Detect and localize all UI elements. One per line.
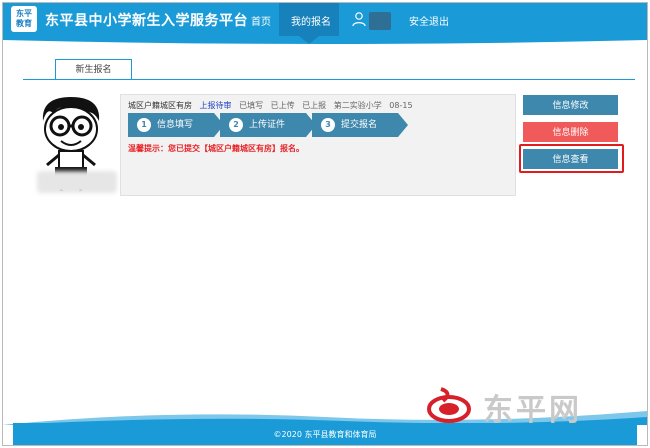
- logo-text-top: 东平: [16, 9, 32, 18]
- step-submit-registration: 3 提交报名: [312, 113, 408, 137]
- progress-steps: 1 信息填写 2 上传证件 3 提交报名: [128, 113, 408, 137]
- report-status: 已上报: [302, 101, 327, 110]
- step-upload-documents: 2 上传证件: [220, 113, 316, 137]
- status-badge: 上报待审: [199, 101, 232, 110]
- registration-summary: 城区户籍城区有房 上报待审 已填写 已上传 已上报 第二实验小学 08-15: [128, 100, 418, 111]
- step-number: 1: [137, 118, 151, 132]
- warm-tip-message: 温馨提示：您已提交【城区户籍城区有房】报名。: [128, 144, 304, 153]
- tab-new-student-registration[interactable]: 新生报名: [55, 59, 132, 80]
- user-icon[interactable]: [351, 11, 367, 27]
- nav-my-registration[interactable]: 我的报名: [291, 13, 331, 28]
- site-title: 东平县中小学新生入学服务平台: [45, 13, 248, 29]
- delete-info-button[interactable]: 信息删除: [523, 122, 618, 142]
- tab-divider: [23, 79, 635, 80]
- app-window: 东平 教育 东平县中小学新生入学服务平台 首页 我的报名 安全退出 新生报名 城…: [2, 2, 648, 446]
- watermark: 东平网: [421, 385, 621, 428]
- step-fill-info: 1 信息填写: [128, 113, 224, 137]
- step-label: 提交报名: [341, 120, 378, 130]
- watermark-logo-icon: [427, 387, 471, 423]
- school-name: 第二实验小学: [333, 101, 382, 110]
- logo-text-bottom: 教育: [16, 19, 32, 28]
- step-label: 上传证件: [249, 120, 286, 130]
- highlight-box: [519, 144, 624, 173]
- upload-status: 已上传: [270, 101, 295, 110]
- header-wave-decoration: [3, 36, 647, 46]
- avatar[interactable]: [369, 12, 391, 30]
- top-navigation-bar: 东平 教育 东平县中小学新生入学服务平台 首页 我的报名 安全退出: [3, 3, 647, 36]
- watermark-text: 东平网: [483, 393, 582, 428]
- blurred-area: [37, 171, 117, 193]
- nav-logout[interactable]: 安全退出: [409, 13, 449, 28]
- fill-status: 已填写: [239, 101, 264, 110]
- step-number: 3: [321, 118, 335, 132]
- registration-category: 城区户籍城区有房: [128, 101, 192, 110]
- step-number: 2: [229, 118, 243, 132]
- step-label: 信息填写: [157, 120, 194, 130]
- nav-home[interactable]: 首页: [251, 13, 271, 28]
- registration-card: 城区户籍城区有房 上报待审 已填写 已上传 已上报 第二实验小学 08-15 1…: [120, 94, 516, 196]
- registration-date: 08-15: [389, 101, 413, 110]
- edit-info-button[interactable]: 信息修改: [523, 95, 618, 115]
- logo: 东平 教育: [11, 6, 37, 32]
